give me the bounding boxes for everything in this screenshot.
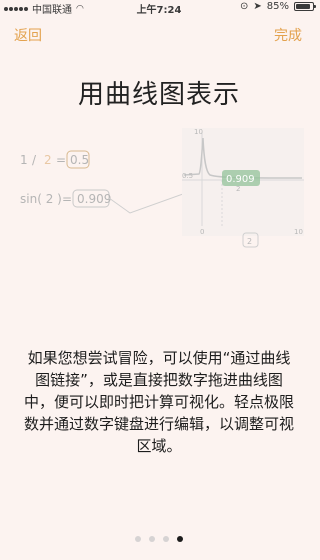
page-dot-4[interactable]: [177, 536, 183, 542]
expr1-operator: /: [32, 153, 37, 167]
status-bar: 中国联通 ◠ 上午7:24 ⊙ ➤ 85%: [0, 0, 318, 16]
y-value-tick: 0.5: [182, 172, 193, 180]
expr1-result: 0.5: [70, 153, 89, 167]
page-dot-2[interactable]: [149, 536, 155, 542]
battery-percentage: 85%: [266, 1, 289, 12]
done-button[interactable]: 完成: [274, 25, 302, 45]
page-dot-3[interactable]: [163, 536, 169, 542]
graph-illustration: 1 / 2 = 0.5 sin( 2 ) = 0.909 10 0.5 0 10…: [20, 128, 304, 248]
axis-limit-value: 2: [247, 237, 252, 246]
status-right: ⊙ ➤ 85%: [239, 1, 316, 12]
battery-fill: [296, 4, 310, 9]
page-dot-1[interactable]: [135, 536, 141, 542]
expr1-right: 2: [44, 153, 52, 167]
page-title: 用曲线图表示: [77, 80, 240, 110]
description-text: 如果您想尝试冒险，可以使用“通过曲线图链接”，或是直接把数字拖进曲线图中，便可以…: [24, 349, 295, 455]
x-end-tick: 10: [294, 228, 303, 236]
value-badge-text: 0.909: [226, 174, 255, 185]
expr1-left: 1: [20, 153, 28, 167]
location-icon: ➤: [253, 1, 262, 12]
page-indicator: [0, 536, 318, 542]
expr1-equals: =: [56, 153, 66, 167]
expr2-equals: =: [62, 192, 72, 206]
x-start-tick: 0: [200, 228, 204, 236]
expr2-result: 0.909: [77, 192, 111, 206]
battery-icon: [294, 2, 316, 11]
y-top-tick: 10: [194, 128, 203, 136]
rotation-lock-icon: ⊙: [239, 1, 249, 12]
expr2-function: sin( 2 ): [20, 192, 62, 206]
x-marker-label: 2: [236, 185, 240, 193]
back-button[interactable]: 返回: [14, 25, 42, 45]
